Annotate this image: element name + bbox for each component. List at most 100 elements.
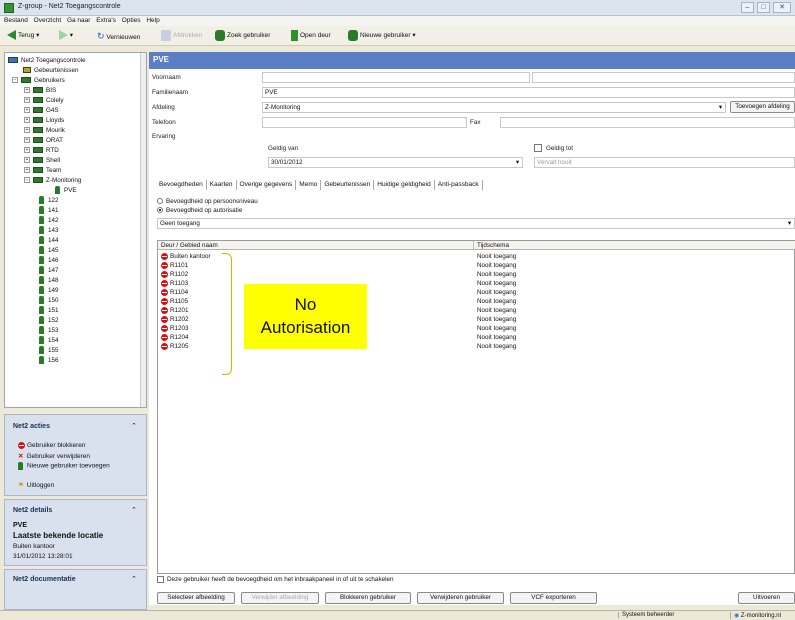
minimize-button[interactable]: – xyxy=(741,2,754,13)
tree-user[interactable]: 144 xyxy=(39,236,59,246)
open-door-button[interactable]: Open deur xyxy=(288,29,334,43)
tree-group[interactable]: + Colely xyxy=(24,96,64,106)
globe-icon: ◉ xyxy=(734,613,740,619)
tab-anti-passback[interactable]: Anti-passback xyxy=(435,180,483,190)
tab-memo[interactable]: Memo xyxy=(296,180,322,190)
expand-icon[interactable]: + xyxy=(24,107,30,114)
uitvoeren-button[interactable]: Uitvoeren xyxy=(738,592,795,604)
table-row[interactable]: R1102 Nooit toegang xyxy=(158,270,795,279)
tree-user[interactable]: 148 xyxy=(39,276,59,286)
menu-ga-naar[interactable]: Ga naar xyxy=(67,16,91,26)
tree-events[interactable]: Gebeurtenissen xyxy=(23,66,78,76)
menu-bestand[interactable]: Bestand xyxy=(4,16,28,26)
expand-icon[interactable]: + xyxy=(24,167,30,174)
expand-icon[interactable]: + xyxy=(24,117,30,124)
autorisatie-radio[interactable]: Bevoegdheid op autorisatie xyxy=(157,207,242,214)
tree-group[interactable]: + G4S xyxy=(24,106,59,116)
tree-user[interactable]: 147 xyxy=(39,266,59,276)
tree-group[interactable]: − Z-Monitoring xyxy=(24,176,81,186)
logout-link[interactable]: ⚑ Uitloggen xyxy=(15,481,54,489)
remove-image-button[interactable]: Verwijder afbeelding xyxy=(241,592,319,604)
delete-user-button[interactable]: Verwijderen gebruiker xyxy=(417,592,504,604)
add-user-link[interactable]: Nieuwe gebruiker toevoegen xyxy=(15,462,111,470)
tree-user[interactable]: 156 xyxy=(39,356,59,366)
export-vcf-button[interactable]: VCF exporteren xyxy=(510,592,597,604)
tree-group[interactable]: + RTD xyxy=(24,146,59,156)
table-row[interactable]: Buiten kantoor Nooit toegang xyxy=(158,252,795,261)
tree-root[interactable]: Net2 Toegangscontrole xyxy=(8,56,86,66)
tree-scrollbar[interactable] xyxy=(140,53,146,407)
tree-user[interactable]: 149 xyxy=(39,286,59,296)
column-header-schedule[interactable]: Tijdschema xyxy=(474,241,795,250)
tab-overige-gegevens[interactable]: Overige gegevens xyxy=(237,180,297,190)
tree-user[interactable]: 152 xyxy=(39,316,59,326)
afdeling-select[interactable]: Z-Monitoring ▾ xyxy=(262,102,726,113)
door-name: R1204 xyxy=(170,334,189,341)
expand-icon[interactable]: + xyxy=(24,87,30,94)
collapse-chevron-icon[interactable]: ⌃ xyxy=(131,575,137,583)
new-user-button[interactable]: Nieuwe gebruiker ▾ xyxy=(345,29,419,43)
tree-group[interactable]: + ORAT xyxy=(24,136,63,146)
familienaam-input[interactable]: PVE xyxy=(262,87,795,98)
collapse-chevron-icon[interactable]: ⌃ xyxy=(131,506,137,514)
tab-bevoegdheden[interactable]: Bevoegdheden xyxy=(156,180,207,190)
tree-user-selected[interactable]: PVE xyxy=(55,186,77,196)
collapse-icon[interactable]: − xyxy=(12,77,18,84)
tab-kaarten[interactable]: Kaarten xyxy=(207,180,237,190)
tree-group[interactable]: + BIS xyxy=(24,86,56,96)
tree-user[interactable]: 142 xyxy=(39,216,59,226)
column-header-door[interactable]: Deur / Gebied naam xyxy=(158,241,474,250)
menu-help[interactable]: Help xyxy=(146,16,159,26)
menu-extras[interactable]: Extra's xyxy=(96,16,116,26)
menu-overzicht[interactable]: Overzicht xyxy=(34,16,61,26)
expand-icon[interactable]: + xyxy=(24,157,30,164)
tree-group[interactable]: + Shell xyxy=(24,156,60,166)
tree-group[interactable]: + Lloyds xyxy=(24,116,64,126)
tree-users[interactable]: − Gebruikers xyxy=(12,76,65,86)
close-button[interactable]: ✕ xyxy=(773,2,791,13)
tree-user[interactable]: 154 xyxy=(39,336,59,346)
tree-user[interactable]: 141 xyxy=(39,206,59,216)
persoonsniveau-radio[interactable]: Bevoegdheid op persoonsniveau xyxy=(157,198,258,205)
telefoon-input[interactable] xyxy=(262,117,467,128)
block-user-button[interactable]: Blokkeren gebruiker xyxy=(325,592,411,604)
tree-user[interactable]: 146 xyxy=(39,256,59,266)
refresh-button[interactable]: ↻ Vernieuwen xyxy=(94,29,143,43)
table-row[interactable]: R1101 Nooit toegang xyxy=(158,261,795,270)
menu-opties[interactable]: Opties xyxy=(122,16,141,26)
delete-user-link[interactable]: ✕ Gebruiker verwijderen xyxy=(15,452,90,460)
tree-group[interactable]: + Mourik xyxy=(24,126,65,136)
expand-icon[interactable]: + xyxy=(24,147,30,154)
select-image-button[interactable]: Selecteer afbeelding xyxy=(157,592,235,604)
tree-user[interactable]: 145 xyxy=(39,246,59,256)
expand-icon[interactable]: + xyxy=(24,97,30,104)
back-button[interactable]: Terug ▾ xyxy=(4,29,42,43)
tree-user[interactable]: 122 xyxy=(39,196,59,206)
expand-icon[interactable]: + xyxy=(24,137,30,144)
alarm-panel-checkbox[interactable] xyxy=(157,576,164,583)
tussenvoegsel-input[interactable] xyxy=(532,72,795,83)
geldig-tot-checkbox[interactable] xyxy=(534,144,542,152)
tree-user[interactable]: 150 xyxy=(39,296,59,306)
tree-group[interactable]: + Team xyxy=(24,166,61,176)
collapse-icon[interactable]: − xyxy=(24,177,30,184)
autorisatie-select[interactable]: Geen toegang ▾ xyxy=(157,218,795,229)
tree-user[interactable]: 151 xyxy=(39,306,59,316)
geldig-tot-input[interactable]: Vervalt nooit xyxy=(534,157,795,168)
collapse-chevron-icon[interactable]: ⌃ xyxy=(131,422,137,430)
geldig-van-input[interactable]: 30/01/2012 ▾ xyxy=(268,157,523,168)
maximize-button[interactable]: □ xyxy=(757,2,770,13)
find-user-button[interactable]: Zoek gebruiker xyxy=(212,29,273,43)
tree-user[interactable]: 143 xyxy=(39,226,59,236)
forward-button[interactable]: ▾ xyxy=(56,29,76,43)
tree-user[interactable]: 155 xyxy=(39,346,59,356)
print-button[interactable]: Afdrukken xyxy=(158,29,205,43)
block-user-link[interactable]: Gebruiker blokkeren xyxy=(15,442,86,449)
tree-user[interactable]: 153 xyxy=(39,326,59,336)
tab-gebeurtenissen[interactable]: Gebeurtenissen xyxy=(321,180,375,190)
voornaam-input[interactable] xyxy=(262,72,530,83)
tab-huidige-geldigheid[interactable]: Huidige geldigheid xyxy=(374,180,435,190)
fax-input[interactable] xyxy=(500,117,795,128)
toevoegen-afdeling-button[interactable]: Toevoegen afdeling xyxy=(730,101,795,113)
expand-icon[interactable]: + xyxy=(24,127,30,134)
